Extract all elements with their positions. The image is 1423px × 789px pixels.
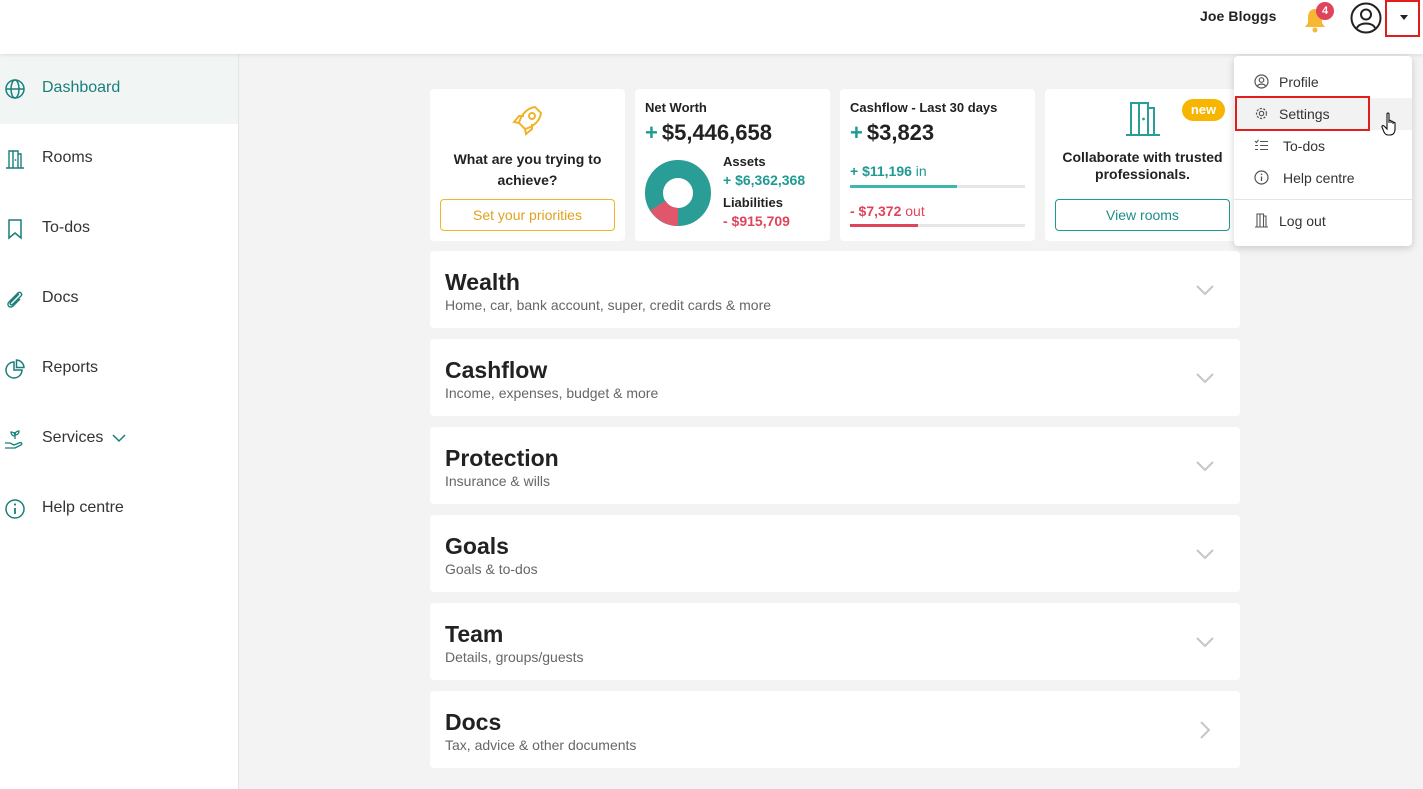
section-title: Docs (445, 709, 502, 735)
rooms-card: new Collaborate with trusted professiona… (1045, 89, 1240, 241)
sidebar-item-label: Dashboard (42, 79, 121, 96)
username: Joe Bloggs (1200, 8, 1277, 24)
caret-down-icon (1400, 15, 1408, 20)
section-subtitle: Tax, advice & other documents (445, 737, 637, 753)
sidebar-item-label: Rooms (42, 149, 93, 166)
priorities-question: What are you trying to achieve? (453, 151, 602, 188)
pie-chart-icon (5, 359, 25, 379)
menu-item-label: Settings (1279, 106, 1330, 122)
hand-plant-icon (5, 430, 23, 449)
door-icon (6, 150, 24, 169)
cashflow-in-bar (850, 185, 1025, 188)
hand-cursor-icon (1381, 112, 1396, 136)
liabilities-value: - $915,709 (723, 213, 790, 229)
sidebar-item-docs[interactable]: Docs (0, 264, 238, 334)
section-title: Team (445, 621, 504, 647)
chevron-down-icon (1196, 637, 1214, 648)
sidebar-item-help-centre[interactable]: Help centre (0, 474, 238, 544)
gear-icon (1255, 107, 1268, 120)
menu-item-label: Profile (1279, 74, 1319, 90)
rooms-description: Collaborate with trusted professionals. (1062, 149, 1223, 182)
paperclip-icon (7, 291, 23, 308)
door-icon (1255, 213, 1268, 228)
section-title: Cashflow (445, 357, 548, 383)
user-dropdown-menu: Profile Settings To-dos Help centre Log … (1234, 56, 1412, 246)
priorities-card: What are you trying to achieve? Set your… (430, 89, 625, 241)
section-team[interactable]: Team Details, groups/guests (430, 603, 1240, 680)
chevron-down-icon (1196, 285, 1214, 296)
net-worth-value: + $5,446,658 (645, 120, 772, 145)
new-badge: new (1182, 99, 1225, 121)
sidebar-item-todos[interactable]: To-dos (0, 194, 238, 264)
bookmark-icon (8, 219, 22, 240)
section-title: Goals (445, 533, 509, 559)
cashflow-card[interactable]: Cashflow - Last 30 days + $3,823 + $11,19… (840, 89, 1035, 241)
rocket-icon (512, 105, 543, 136)
cashflow-in-value: + $11,196 in (850, 163, 927, 179)
menu-item-help-centre[interactable]: Help centre (1234, 162, 1412, 194)
cashflow-out-bar-fill (850, 224, 919, 227)
net-worth-card[interactable]: Net Worth + $5,446,658 Assets + $6,362,36… (635, 89, 830, 241)
chevron-down-icon (1196, 461, 1214, 472)
section-title: Protection (445, 445, 559, 471)
sidebar-item-label: Docs (42, 289, 79, 306)
user-menu-toggle-button[interactable] (1385, 0, 1420, 37)
section-goals[interactable]: Goals Goals & to-dos (430, 515, 1240, 592)
user-circle-icon (1254, 74, 1269, 89)
assets-label: Assets (723, 154, 766, 169)
menu-item-label: To-dos (1283, 138, 1326, 154)
notification-badge: 4 (1316, 2, 1334, 20)
cashflow-title: Cashflow - Last 30 days (850, 100, 998, 115)
cashflow-out-bar (850, 224, 1025, 227)
sidebar-item-dashboard[interactable]: Dashboard (0, 54, 238, 124)
sidebar-item-label: Help centre (42, 499, 124, 516)
chevron-down-icon (1196, 373, 1214, 384)
sidebar-item-label: Services (42, 429, 104, 446)
assets-value: + $6,362,368 (723, 172, 806, 188)
sidebar-item-reports[interactable]: Reports (0, 334, 238, 404)
sidebar-item-label: To-dos (42, 219, 91, 236)
set-priorities-button[interactable]: Set your priorities (440, 199, 615, 231)
section-subtitle: Goals & to-dos (445, 561, 538, 577)
sidebar-item-services[interactable]: Services (0, 404, 238, 474)
menu-item-label: Log out (1279, 213, 1326, 229)
menu-item-log-out[interactable]: Log out (1234, 205, 1412, 237)
chevron-right-icon (1200, 721, 1211, 739)
section-title: Wealth (445, 269, 520, 295)
section-subtitle: Details, groups/guests (445, 649, 584, 665)
info-icon (5, 499, 25, 519)
cashflow-in-bar-fill (850, 185, 957, 188)
view-rooms-button[interactable]: View rooms (1055, 199, 1230, 231)
sidebar: Dashboard Rooms To-dos Docs Reports Serv… (0, 54, 239, 789)
section-cashflow[interactable]: Cashflow Income, expenses, budget & more (430, 339, 1240, 416)
cashflow-value: + $3,823 (850, 120, 935, 145)
info-icon (1254, 170, 1269, 185)
section-docs[interactable]: Docs Tax, advice & other documents (430, 691, 1240, 768)
menu-divider (1234, 199, 1412, 200)
menu-item-label: Help centre (1283, 170, 1355, 186)
section-subtitle: Income, expenses, budget & more (445, 385, 659, 401)
door-icon (1126, 102, 1160, 136)
top-bar: Joe Bloggs 4 (0, 0, 1423, 54)
menu-item-profile[interactable]: Profile (1234, 66, 1412, 98)
globe-icon (5, 79, 25, 99)
chevron-down-icon (1196, 549, 1214, 560)
section-wealth[interactable]: Wealth Home, car, bank account, super, c… (430, 251, 1240, 328)
net-worth-title: Net Worth (645, 100, 707, 115)
checklist-icon (1254, 139, 1268, 151)
sidebar-item-label: Reports (42, 359, 99, 376)
cashflow-out-value: - $7,372 out (850, 203, 925, 219)
user-avatar-icon[interactable] (1350, 2, 1382, 34)
chevron-down-icon (112, 434, 126, 443)
net-worth-donut-chart (645, 160, 711, 226)
section-subtitle: Insurance & wills (445, 473, 551, 489)
sidebar-item-rooms[interactable]: Rooms (0, 124, 238, 194)
section-subtitle: Home, car, bank account, super, credit c… (445, 297, 772, 313)
section-protection[interactable]: Protection Insurance & wills (430, 427, 1240, 504)
liabilities-label: Liabilities (723, 195, 783, 210)
